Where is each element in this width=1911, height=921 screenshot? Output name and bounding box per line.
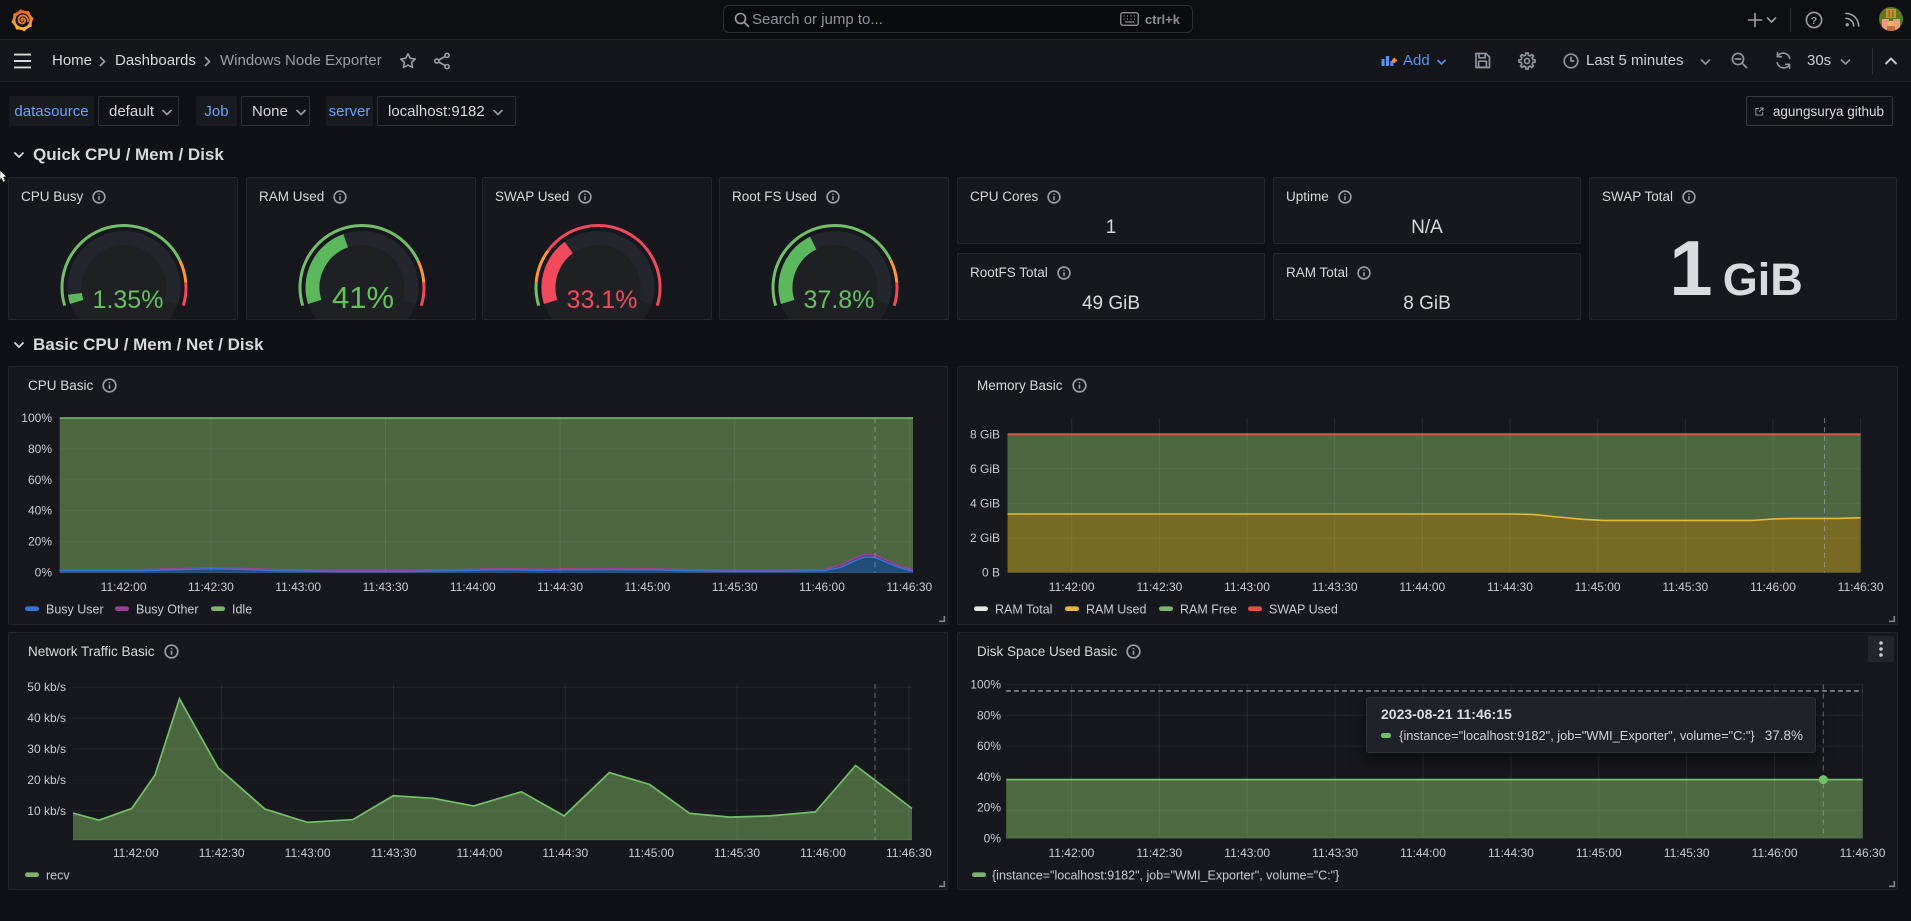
svg-text:11:43:00: 11:43:00 xyxy=(1224,580,1270,594)
svg-text:11:46:00: 11:46:00 xyxy=(1750,580,1796,594)
svg-text:11:46:30: 11:46:30 xyxy=(1838,580,1884,594)
svg-text:20 kb/s: 20 kb/s xyxy=(27,773,66,787)
svg-text:20%: 20% xyxy=(28,535,52,549)
svg-text:11:46:00: 11:46:00 xyxy=(1752,846,1798,860)
svg-text:0%: 0% xyxy=(984,832,1002,846)
svg-text:11:44:30: 11:44:30 xyxy=(537,580,583,594)
svg-text:11:43:00: 11:43:00 xyxy=(275,580,321,594)
svg-text:11:46:30: 11:46:30 xyxy=(886,846,932,860)
svg-text:11:42:30: 11:42:30 xyxy=(1136,846,1182,860)
svg-text:11:43:30: 11:43:30 xyxy=(1312,580,1358,594)
svg-text:RAM Free: RAM Free xyxy=(1180,602,1237,616)
svg-text:40%: 40% xyxy=(28,504,52,518)
svg-text:11:46:00: 11:46:00 xyxy=(799,580,845,594)
svg-text:Idle: Idle xyxy=(232,602,252,616)
svg-text:11:44:00: 11:44:00 xyxy=(1400,846,1446,860)
svg-text:11:46:30: 11:46:30 xyxy=(1840,846,1886,860)
svg-text:6 GiB: 6 GiB xyxy=(970,462,1000,476)
svg-text:40 kb/s: 40 kb/s xyxy=(27,711,66,725)
svg-text:100%: 100% xyxy=(970,678,1001,692)
svg-text:100%: 100% xyxy=(21,411,52,425)
svg-text:11:42:00: 11:42:00 xyxy=(101,580,147,594)
svg-text:40%: 40% xyxy=(977,770,1001,784)
svg-text:80%: 80% xyxy=(977,708,1001,722)
svg-text:{instance="localhost:9182", jo: {instance="localhost:9182", job="WMI_Exp… xyxy=(992,868,1339,882)
svg-text:RAM Used: RAM Used xyxy=(1086,602,1146,616)
svg-text:11:42:30: 11:42:30 xyxy=(188,580,234,594)
svg-text:0%: 0% xyxy=(35,566,53,580)
svg-text:41%: 41% xyxy=(332,280,394,315)
svg-text:11:44:30: 11:44:30 xyxy=(542,846,588,860)
svg-text:11:45:00: 11:45:00 xyxy=(1576,846,1622,860)
svg-text:11:45:30: 11:45:30 xyxy=(712,580,758,594)
svg-text:37.8%: 37.8% xyxy=(804,286,875,314)
svg-text:11:43:30: 11:43:30 xyxy=(363,580,409,594)
svg-text:11:44:00: 11:44:00 xyxy=(1399,580,1445,594)
svg-text:11:45:00: 11:45:00 xyxy=(1575,580,1621,594)
svg-text:60%: 60% xyxy=(977,739,1001,753)
svg-text:recv: recv xyxy=(46,868,70,882)
svg-text:11:43:00: 11:43:00 xyxy=(1224,846,1270,860)
svg-text:11:42:30: 11:42:30 xyxy=(199,846,245,860)
svg-text:11:45:00: 11:45:00 xyxy=(624,580,670,594)
svg-text:11:42:00: 11:42:00 xyxy=(113,846,159,860)
svg-text:30 kb/s: 30 kb/s xyxy=(27,742,66,756)
svg-text:11:44:30: 11:44:30 xyxy=(1488,846,1534,860)
svg-text:11:42:00: 11:42:00 xyxy=(1048,846,1094,860)
svg-text:60%: 60% xyxy=(28,473,52,487)
svg-text:11:46:00: 11:46:00 xyxy=(800,846,846,860)
svg-text:RAM Total: RAM Total xyxy=(995,602,1052,616)
svg-text:0 B: 0 B xyxy=(982,566,1000,580)
svg-text:11:45:30: 11:45:30 xyxy=(714,846,760,860)
svg-text:Busy User: Busy User xyxy=(46,602,104,616)
svg-text:4 GiB: 4 GiB xyxy=(970,496,1000,510)
svg-text:50 kb/s: 50 kb/s xyxy=(27,680,66,694)
svg-text:8 GiB: 8 GiB xyxy=(970,427,1000,441)
svg-text:11:45:30: 11:45:30 xyxy=(1664,846,1710,860)
svg-text:11:44:00: 11:44:00 xyxy=(456,846,502,860)
svg-text:80%: 80% xyxy=(28,442,52,456)
svg-text:11:45:30: 11:45:30 xyxy=(1662,580,1708,594)
svg-text:SWAP Used: SWAP Used xyxy=(1269,602,1338,616)
svg-text:11:43:30: 11:43:30 xyxy=(1312,846,1358,860)
svg-text:11:44:00: 11:44:00 xyxy=(450,580,496,594)
svg-text:11:43:30: 11:43:30 xyxy=(371,846,417,860)
svg-text:11:46:30: 11:46:30 xyxy=(886,580,932,594)
svg-text:2 GiB: 2 GiB xyxy=(970,531,1000,545)
svg-text:10 kb/s: 10 kb/s xyxy=(27,804,66,818)
svg-text:11:45:00: 11:45:00 xyxy=(628,846,674,860)
svg-text:33.1%: 33.1% xyxy=(567,286,638,314)
svg-text:1.35%: 1.35% xyxy=(93,286,164,314)
svg-text:20%: 20% xyxy=(977,801,1001,815)
svg-text:11:44:30: 11:44:30 xyxy=(1487,580,1533,594)
svg-text:11:43:00: 11:43:00 xyxy=(285,846,331,860)
svg-text:?: ? xyxy=(1811,15,1817,27)
svg-text:11:42:00: 11:42:00 xyxy=(1049,580,1095,594)
svg-text:11:42:30: 11:42:30 xyxy=(1136,580,1182,594)
svg-text:Busy Other: Busy Other xyxy=(136,602,199,616)
